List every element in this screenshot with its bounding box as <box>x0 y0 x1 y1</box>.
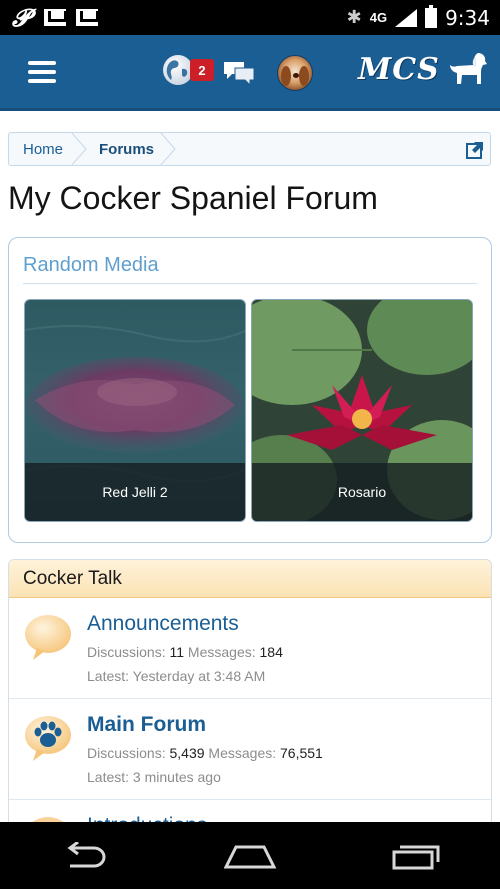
messages-label: Messages: <box>208 745 277 761</box>
gmail-icon <box>76 9 98 26</box>
logo-text: MCS <box>358 51 440 87</box>
media-thumbnail[interactable]: Rosario <box>251 299 473 522</box>
breadcrumb-forums-label: Forums <box>99 140 155 158</box>
app-header: 2 MCS <box>0 35 500 111</box>
breadcrumb: Home Forums <box>8 132 491 166</box>
status-left-icons: 𝓟 <box>0 3 98 32</box>
forum-row[interactable]: Announcements Discussions: 11 Messages: … <box>9 598 491 699</box>
breadcrumb-forums[interactable]: Forums <box>87 132 176 166</box>
recent-apps-button[interactable] <box>387 836 447 876</box>
clock: 9:34 <box>445 5 490 30</box>
jump-to-page-icon[interactable] <box>466 141 484 159</box>
forum-stats: Discussions: 5,439 Messages: 76,551 <box>87 745 323 761</box>
category-header[interactable]: Cocker Talk <box>9 560 491 598</box>
media-thumbnail[interactable]: Red Jelli 2 <box>24 299 246 522</box>
back-arrow-icon <box>67 841 106 867</box>
forum-speech-bubble-icon <box>25 615 71 660</box>
page-title: My Cocker Spaniel Forum <box>8 180 378 216</box>
messages-label: Messages: <box>187 644 256 660</box>
forum-latest[interactable]: Latest: 3 minutes ago <box>87 769 221 785</box>
back-button[interactable] <box>53 836 113 876</box>
breadcrumb-home[interactable]: Home <box>9 132 87 166</box>
forum-title[interactable]: Announcements <box>87 612 239 636</box>
discussions-count: 5,439 <box>169 745 205 761</box>
status-right-icons: ✱ 4G 9:34 <box>346 4 500 30</box>
notification-badge[interactable]: 2 <box>190 59 214 81</box>
discussions-label: Discussions: <box>87 745 166 761</box>
forum-latest[interactable]: Latest: Yesterday at 3:48 AM <box>87 668 265 684</box>
pinterest-icon: 𝓟 <box>12 3 30 32</box>
system-nav-bar <box>0 822 500 889</box>
messages-count: 76,551 <box>280 745 323 761</box>
recent-apps-icon <box>392 845 440 869</box>
media-caption: Rosario <box>252 463 472 521</box>
divider <box>23 283 477 284</box>
random-media-block: Random Media Red Jelli 2 Rosario <box>8 237 492 543</box>
forum-stats: Discussions: 11 Messages: 184 <box>87 644 283 660</box>
signal-icon <box>395 8 418 27</box>
conversations-icon[interactable] <box>222 59 256 87</box>
status-bar: 𝓟 ✱ 4G 9:34 <box>0 0 500 35</box>
screen: 𝓟 ✱ 4G 9:34 2 MCS Home Forums My Cocker … <box>0 0 500 889</box>
network-type: 4G <box>369 10 388 25</box>
cocker-spaniel-logo-icon <box>449 53 487 84</box>
media-caption: Red Jelli 2 <box>25 463 245 521</box>
site-logo[interactable]: MCS <box>358 51 488 87</box>
forum-title[interactable]: Main Forum <box>87 713 206 737</box>
forum-row[interactable]: Main Forum Discussions: 5,439 Messages: … <box>9 699 491 800</box>
paw-speech-bubble-icon <box>25 716 71 761</box>
bluetooth-icon: ✱ <box>346 7 362 27</box>
user-avatar[interactable] <box>277 55 313 91</box>
home-button[interactable] <box>220 836 280 876</box>
breadcrumb-home-label: Home <box>23 140 64 158</box>
discussions-label: Discussions: <box>87 644 166 660</box>
discussions-count: 11 <box>169 644 185 660</box>
home-icon <box>223 845 276 868</box>
hamburger-menu-icon[interactable] <box>28 61 56 83</box>
random-media-title: Random Media <box>23 254 159 276</box>
messages-count: 184 <box>259 644 283 660</box>
gmail-icon <box>44 9 66 26</box>
category-block: Cocker Talk Announcements Discussions: 1… <box>8 559 492 849</box>
battery-icon <box>425 4 438 28</box>
